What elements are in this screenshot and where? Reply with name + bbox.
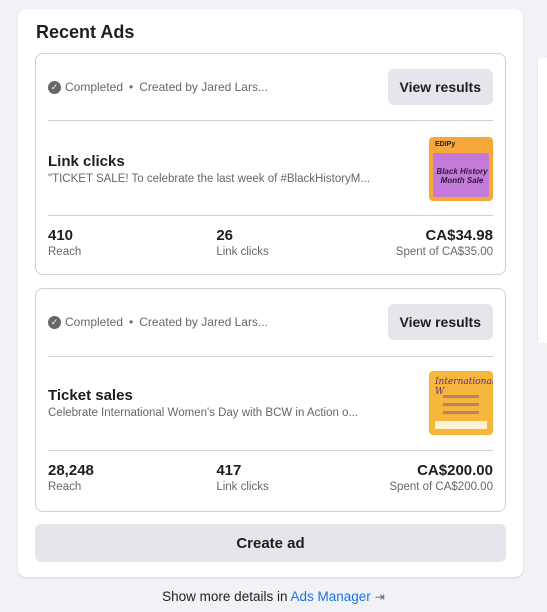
thumbnail-line [443, 403, 479, 406]
view-results-button[interactable]: View results [387, 69, 493, 105]
separator-dot: • [129, 315, 134, 329]
create-ad-button[interactable]: Create ad [35, 524, 506, 562]
stat-reach: 28,248 Reach [48, 462, 186, 493]
card-title: Recent Ads [36, 22, 135, 42]
divider [48, 450, 493, 451]
ad-item: ✓ Completed • Created by Jared Lars... V… [35, 288, 506, 512]
stat-label: Link clicks [216, 246, 269, 258]
ad-text: Link clicks "TICKET SALE! To celebrate t… [48, 153, 421, 185]
ad-body: Ticket sales Celebrate International Wom… [48, 369, 493, 437]
ad-header: ✓ Completed • Created by Jared Lars... V… [36, 289, 505, 355]
ad-name: Ticket sales [48, 387, 133, 404]
footer: Show more details in Ads Manager ⇥ [0, 589, 547, 604]
stat-link-clicks: 26 Link clicks [186, 227, 354, 258]
thumbnail-caption: International W [435, 377, 493, 397]
stat-value: CA$34.98 [425, 227, 493, 244]
thumbnail-line [443, 395, 479, 398]
stat-link-clicks: 417 Link clicks [186, 462, 354, 493]
divider [48, 120, 493, 121]
ad-text: Ticket sales Celebrate International Wom… [48, 387, 421, 419]
thumbnail-line [443, 411, 479, 414]
stat-value: 410 [48, 227, 74, 244]
stat-value: CA$200.00 [417, 462, 493, 479]
thumbnail-caption: Black History Month Sale [436, 167, 488, 185]
footer-text: Show more details in [162, 589, 288, 604]
created-by-text: Created by Jared Lars... [139, 315, 268, 329]
stat-label: Reach [48, 246, 82, 258]
stat-spent: CA$200.00 Spent of CA$200.00 [355, 462, 493, 493]
side-panel [537, 58, 547, 343]
divider [48, 356, 493, 357]
stat-label: Spent of CA$200.00 [389, 481, 493, 493]
stat-value: 28,248 [48, 462, 94, 479]
ad-thumbnail[interactable]: International W [429, 371, 493, 435]
divider [48, 215, 493, 216]
ad-status: ✓ Completed • Created by Jared Lars... [48, 80, 388, 94]
stat-spent: CA$34.98 Spent of CA$35.00 [355, 227, 493, 258]
external-link-icon[interactable]: ⇥ [375, 590, 385, 604]
thumbnail-footer [435, 421, 487, 429]
check-circle-icon: ✓ [48, 315, 61, 329]
stat-reach: 410 Reach [48, 227, 186, 258]
separator-dot: • [129, 80, 134, 94]
ad-status: ✓ Completed • Created by Jared Lars... [48, 315, 388, 329]
ad-stats: 28,248 Reach 417 Link clicks CA$200.00 S… [48, 462, 493, 493]
ad-description: Celebrate International Women's Day with… [48, 407, 359, 419]
ad-header: ✓ Completed • Created by Jared Lars... V… [36, 54, 505, 120]
ad-body: Link clicks "TICKET SALE! To celebrate t… [48, 135, 493, 203]
ad-description: "TICKET SALE! To celebrate the last week… [48, 173, 370, 185]
ad-stats: 410 Reach 26 Link clicks CA$34.98 Spent … [48, 227, 493, 258]
ads-manager-link[interactable]: Ads Manager [290, 589, 370, 604]
view-results-button[interactable]: View results [387, 304, 493, 340]
thumbnail-brand: EDIPy [435, 141, 456, 148]
stat-value: 26 [216, 227, 234, 244]
ad-item: ✓ Completed • Created by Jared Lars... V… [35, 53, 506, 275]
status-text: Completed [65, 315, 124, 329]
ad-name: Link clicks [48, 153, 125, 170]
recent-ads-card: Recent Ads ✓ Completed • Created by Jare… [18, 9, 523, 577]
ad-thumbnail[interactable]: EDIPy Black History Month Sale [429, 137, 493, 201]
stat-label: Reach [48, 481, 82, 493]
status-text: Completed [65, 80, 124, 94]
stat-label: Spent of CA$35.00 [395, 246, 493, 258]
stat-value: 417 [216, 462, 242, 479]
created-by-text: Created by Jared Lars... [139, 80, 268, 94]
check-circle-icon: ✓ [48, 80, 61, 94]
stat-label: Link clicks [216, 481, 269, 493]
